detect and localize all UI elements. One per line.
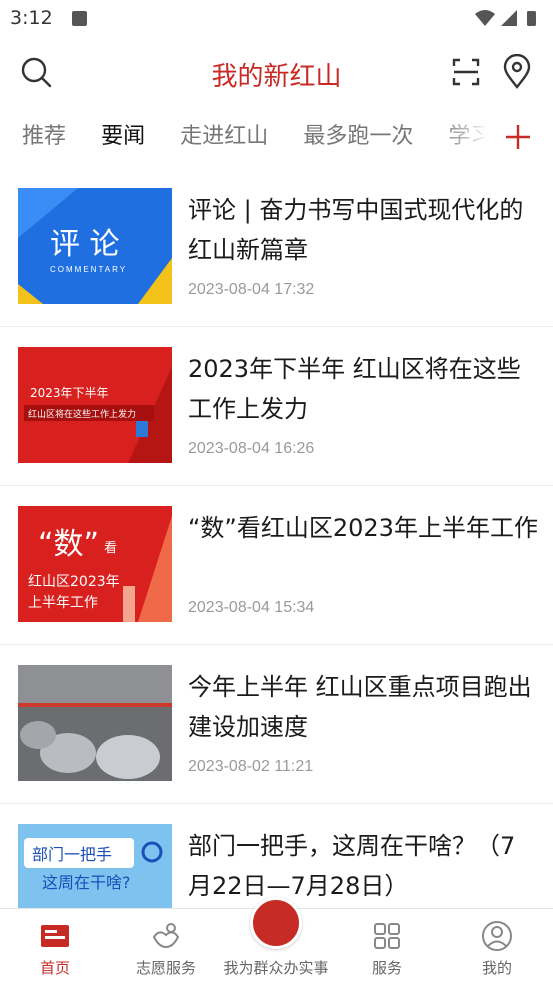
app-header: 我的新红山 — [0, 38, 553, 108]
nav-label: 我为群众办实事 — [223, 959, 329, 977]
news-item[interactable]: 2023年下半年 红山区将在这些工作上发力 2023年下半年 红山区将在这些工作… — [0, 327, 553, 486]
news-title: 评论 | 奋力书写中国式现代化的红山新篇章 — [188, 196, 524, 264]
status-time: 3:12 — [10, 7, 53, 29]
nav-label: 志愿服务 — [135, 959, 196, 977]
news-title: 2023年下半年 红山区将在这些工作上发力 — [188, 355, 521, 423]
nav-label: 首页 — [39, 959, 70, 977]
bottom-nav: 首页 志愿服务 我为群众办实事 服务 我的 — [0, 897, 553, 984]
news-date: 2023-08-04 17:32 — [188, 281, 315, 298]
thumb-line1: 部门一把手 — [32, 845, 112, 864]
volunteer-icon — [152, 923, 180, 949]
thumb-small-text: 看 — [104, 540, 117, 556]
thumb-big-text: “数” — [38, 527, 99, 562]
thumb-big-text: 评 论 — [50, 227, 120, 262]
nav-label: 服务 — [371, 959, 402, 977]
location-pin-icon[interactable] — [499, 54, 535, 90]
tabs-fade — [440, 108, 490, 168]
nav-volunteer[interactable]: 志愿服务 — [111, 909, 221, 984]
news-date: 2023-08-02 11:21 — [188, 758, 314, 775]
thumb-line2: 这周在干啥? — [42, 873, 131, 892]
news-thumbnail: “数” 看 红山区2023年 上半年工作 — [18, 506, 172, 622]
notification-icon — [72, 11, 87, 26]
nav-home[interactable]: 首页 — [0, 909, 110, 984]
news-date: 2023-08-04 16:26 — [188, 440, 315, 457]
news-title: 部门一把手，这周在干啥？（7月22日—7月28日） — [188, 832, 516, 900]
news-thumbnail: 2023年下半年 红山区将在这些工作上发力 — [18, 347, 172, 463]
nav-label: 我的 — [481, 959, 512, 977]
tab-hongshan[interactable]: 走进红山 — [180, 123, 268, 159]
thumb-line1: 2023年下半年 — [30, 386, 109, 400]
news-title: 今年上半年 红山区重点项目跑出建设加速度 — [188, 673, 532, 741]
status-icons — [475, 10, 536, 26]
nav-services[interactable]: 服务 — [332, 909, 442, 984]
tab-recommend[interactable]: 推荐 — [22, 123, 66, 159]
user-icon — [482, 921, 512, 951]
news-date: 2023-08-04 15:34 — [188, 599, 315, 616]
thumb-line2: 红山区将在这些工作上发力 — [28, 408, 136, 420]
tab-one-visit[interactable]: 最多跑一次 — [303, 123, 413, 159]
news-title: “数”看红山区2023年上半年工作 — [188, 514, 538, 542]
nav-mine[interactable]: 我的 — [442, 909, 552, 984]
news-item[interactable]: 评 论 COMMENTARY 评论 | 奋力书写中国式现代化的红山新篇章 202… — [0, 168, 553, 327]
thumb-line2: 上半年工作 — [28, 595, 98, 611]
signal-icon — [501, 10, 517, 26]
nav-service-badge[interactable]: 我为群众办实事 — [221, 897, 331, 984]
news-icon — [41, 925, 69, 947]
news-list: 评 论 COMMENTARY 评论 | 奋力书写中国式现代化的红山新篇章 202… — [0, 168, 553, 908]
thumb-line1: 红山区2023年 — [28, 574, 120, 590]
news-thumbnail: 部门一把手 这周在干啥? — [18, 824, 172, 908]
service-badge-icon — [250, 897, 302, 949]
status-bar: 3:12 — [0, 0, 553, 38]
news-thumbnail — [18, 665, 172, 781]
battery-icon — [527, 11, 536, 26]
news-item[interactable]: 部门一把手 这周在干啥? 部门一把手，这周在干啥？（7月22日—7月28日） — [0, 804, 553, 908]
news-item[interactable]: 今年上半年 红山区重点项目跑出建设加速度 2023-08-02 11:21 — [0, 645, 553, 804]
tab-headlines[interactable]: 要闻 — [101, 123, 145, 159]
wifi-icon — [475, 10, 495, 26]
grid-icon — [374, 923, 400, 949]
add-channel-icon[interactable] — [500, 119, 536, 155]
scan-icon[interactable] — [448, 54, 484, 90]
news-item[interactable]: “数” 看 红山区2023年 上半年工作 “数”看红山区2023年上半年工作 2… — [0, 486, 553, 645]
thumb-small-text: COMMENTARY — [50, 265, 127, 274]
channel-tabs: 推荐 要闻 走进红山 最多跑一次 学习 — [22, 123, 484, 159]
news-thumbnail: 评 论 COMMENTARY — [18, 188, 172, 304]
